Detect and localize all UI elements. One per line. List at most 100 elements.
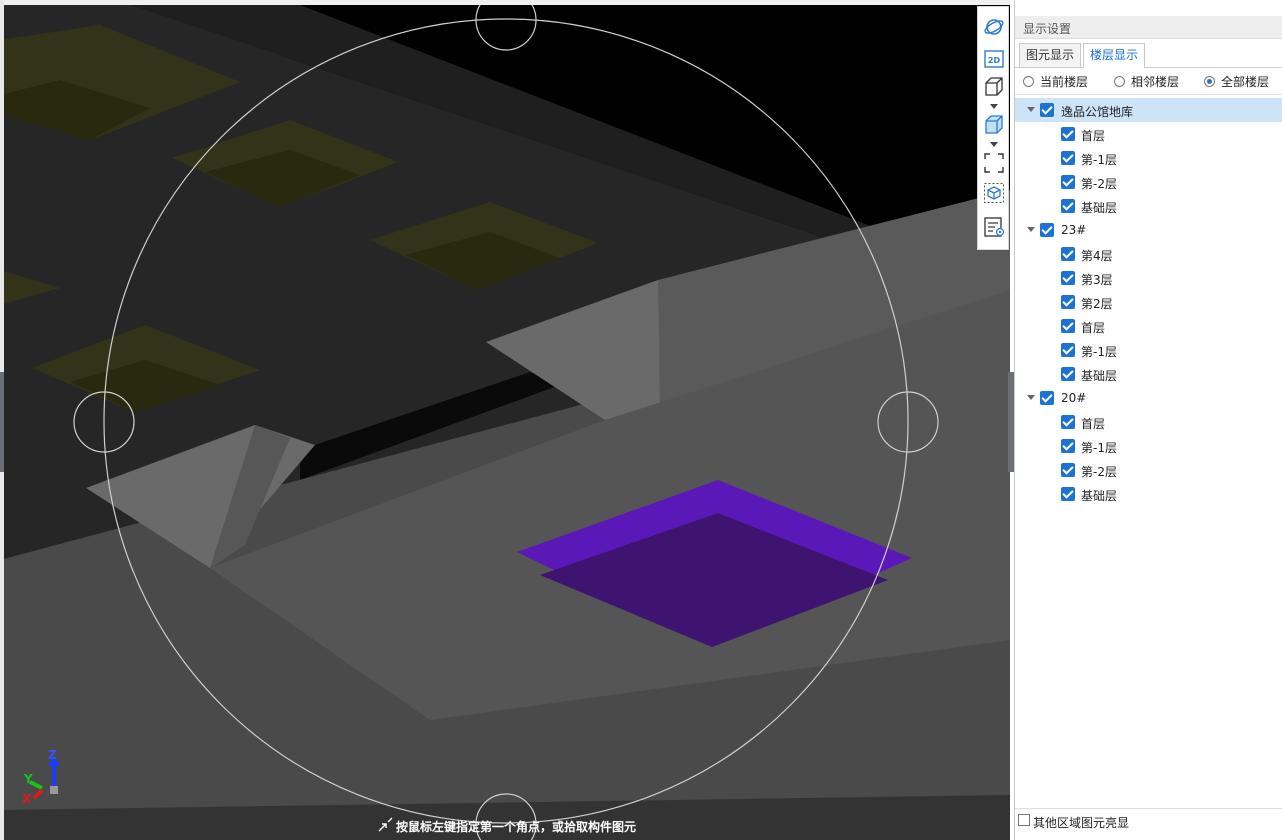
wireframe-dropdown-arrow[interactable] <box>990 104 998 109</box>
floor-checkbox[interactable] <box>1061 319 1075 333</box>
collapse-caret-icon[interactable] <box>1027 395 1035 400</box>
tab-floor-display[interactable]: 楼层显示 <box>1083 43 1146 68</box>
floor-checkbox[interactable] <box>1061 151 1075 165</box>
radio-current-floor[interactable]: 当前楼层 <box>1023 72 1088 90</box>
tree-floor-label: 首层 <box>1081 321 1106 335</box>
group-checkbox[interactable] <box>1040 391 1054 405</box>
model-scene[interactable] <box>0 0 1010 840</box>
tree-floor-row[interactable]: 基础层 <box>1015 194 1282 218</box>
tree-group-row[interactable]: 23# <box>1015 218 1282 242</box>
floor-scope-radio-group: 当前楼层 相邻楼层 全部楼层 <box>1015 68 1282 95</box>
floor-checkbox[interactable] <box>1061 367 1075 381</box>
shaded-dropdown-arrow[interactable] <box>990 142 998 147</box>
status-bar: 按鼠标左键指定第一个角点，或拾取构件图元 <box>0 812 1010 840</box>
zoom-extents-button[interactable] <box>982 151 1006 175</box>
tree-floor-label: 首层 <box>1081 417 1106 431</box>
tab-element-display[interactable]: 图元显示 <box>1019 43 1082 67</box>
tree-floor-label: 首层 <box>1081 129 1106 143</box>
display-settings-button[interactable] <box>982 215 1006 239</box>
tree-floor-label: 基础层 <box>1081 369 1118 383</box>
radio-label: 当前楼层 <box>1040 74 1089 89</box>
panel-tabs: 图元显示 楼层显示 <box>1015 40 1282 68</box>
floor-checkbox[interactable] <box>1061 127 1075 141</box>
left-panel-collapse[interactable] <box>0 0 4 840</box>
3d-viewport[interactable]: Z Y X 按鼠标左键指定第一个角点，或拾取构件图元 <box>0 0 1010 840</box>
local-3d-button[interactable] <box>982 181 1006 205</box>
collapse-caret-icon[interactable] <box>1027 107 1035 112</box>
radio-all-floors[interactable]: 全部楼层 <box>1204 72 1269 90</box>
floor-checkbox[interactable] <box>1061 271 1075 285</box>
radio-circle-selected[interactable] <box>1204 75 1215 87</box>
radio-label: 全部楼层 <box>1221 74 1270 89</box>
tree-group-label: 20# <box>1061 391 1087 405</box>
tree-floor-label: 第-1层 <box>1081 441 1117 455</box>
tree-floor-label: 第-1层 <box>1081 345 1117 359</box>
floor-checkbox[interactable] <box>1061 439 1075 453</box>
tree-floor-label: 基础层 <box>1081 489 1118 503</box>
fit-frame-icon <box>984 153 1004 173</box>
tree-floor-row[interactable]: 第-1层 <box>1015 146 1282 170</box>
pick-cursor-icon <box>378 817 393 832</box>
tree-group-row[interactable]: 逸品公馆地库 <box>1015 98 1282 122</box>
tree-floor-row[interactable]: 首层 <box>1015 122 1282 146</box>
floor-checkbox[interactable] <box>1061 295 1075 309</box>
tree-floor-row[interactable]: 首层 <box>1015 314 1282 338</box>
highlight-other-areas-checkbox[interactable] <box>1018 814 1030 826</box>
panel-title-bar: 显示设置 <box>1015 16 1282 39</box>
group-checkbox[interactable] <box>1040 223 1054 237</box>
viewport-top-border <box>0 0 1010 5</box>
axis-y-label: Y <box>24 772 33 786</box>
tree-floor-label: 第-2层 <box>1081 465 1117 479</box>
floor-checkbox[interactable] <box>1061 415 1075 429</box>
axis-z-label: Z <box>48 748 57 762</box>
tree-floor-row[interactable]: 第-1层 <box>1015 338 1282 362</box>
left-collapse-handle[interactable] <box>0 372 4 472</box>
floor-checkbox[interactable] <box>1061 463 1075 477</box>
tree-floor-row[interactable]: 第-2层 <box>1015 458 1282 482</box>
radio-circle[interactable] <box>1114 75 1125 87</box>
floor-checkbox[interactable] <box>1061 175 1075 189</box>
cube-shaded-icon <box>985 115 1003 134</box>
display-settings-panel: 显示设置 图元显示 楼层显示 当前楼层 相邻楼层 全部楼层 逸品公馆地库 首层 <box>1014 0 1282 840</box>
tree-floor-row[interactable]: 第3层 <box>1015 266 1282 290</box>
tree-floor-row[interactable]: 基础层 <box>1015 482 1282 506</box>
display-settings-icon <box>984 217 1005 237</box>
tree-floor-row[interactable]: 第-2层 <box>1015 170 1282 194</box>
floor-checkbox[interactable] <box>1061 487 1075 501</box>
collapse-caret-icon[interactable] <box>1027 227 1035 232</box>
tree-floor-label: 基础层 <box>1081 201 1118 215</box>
group-checkbox[interactable] <box>1040 103 1054 117</box>
tree-floor-row[interactable]: 第-1层 <box>1015 434 1282 458</box>
3d-shaded-button[interactable] <box>982 113 1006 137</box>
tree-floor-label: 第-1层 <box>1081 153 1117 167</box>
axis-gizmo: Z Y X <box>20 748 66 808</box>
tree-group-row[interactable]: 20# <box>1015 386 1282 410</box>
tree-floor-row[interactable]: 首层 <box>1015 410 1282 434</box>
radio-label: 相邻楼层 <box>1131 74 1180 89</box>
floor-checkbox[interactable] <box>1061 247 1075 261</box>
3d-wireframe-button[interactable] <box>982 75 1006 99</box>
panel-footer: 其他区域图元亮显 <box>1015 808 1282 833</box>
orbit-button[interactable] <box>982 15 1006 39</box>
radio-adjacent-floors[interactable]: 相邻楼层 <box>1114 72 1179 90</box>
tree-floor-label: 第-2层 <box>1081 177 1117 191</box>
radio-circle[interactable] <box>1023 75 1034 87</box>
svg-text:2D: 2D <box>988 56 1001 65</box>
status-text: 按鼠标左键指定第一个角点，或拾取构件图元 <box>396 820 637 834</box>
floor-checkbox[interactable] <box>1061 343 1075 357</box>
tree-floor-row[interactable]: 第4层 <box>1015 242 1282 266</box>
tree-floor-label: 第3层 <box>1081 273 1113 287</box>
2d-view-button[interactable]: 2D <box>982 47 1006 71</box>
tree-floor-row[interactable]: 基础层 <box>1015 362 1282 386</box>
cube-wireframe-icon <box>985 77 1003 96</box>
tree-group-label: 逸品公馆地库 <box>1061 105 1134 119</box>
axis-x-label: X <box>22 792 32 806</box>
floor-checkbox[interactable] <box>1061 199 1075 213</box>
tree-floor-label: 第2层 <box>1081 297 1113 311</box>
tree-group-label: 23# <box>1061 223 1087 237</box>
view-toolbar: 2D <box>977 6 1009 250</box>
2d-view-icon: 2D <box>984 50 1004 68</box>
panel-title: 显示设置 <box>1023 22 1072 36</box>
tree-floor-row[interactable]: 第2层 <box>1015 290 1282 314</box>
tree-floor-label: 第4层 <box>1081 249 1113 263</box>
